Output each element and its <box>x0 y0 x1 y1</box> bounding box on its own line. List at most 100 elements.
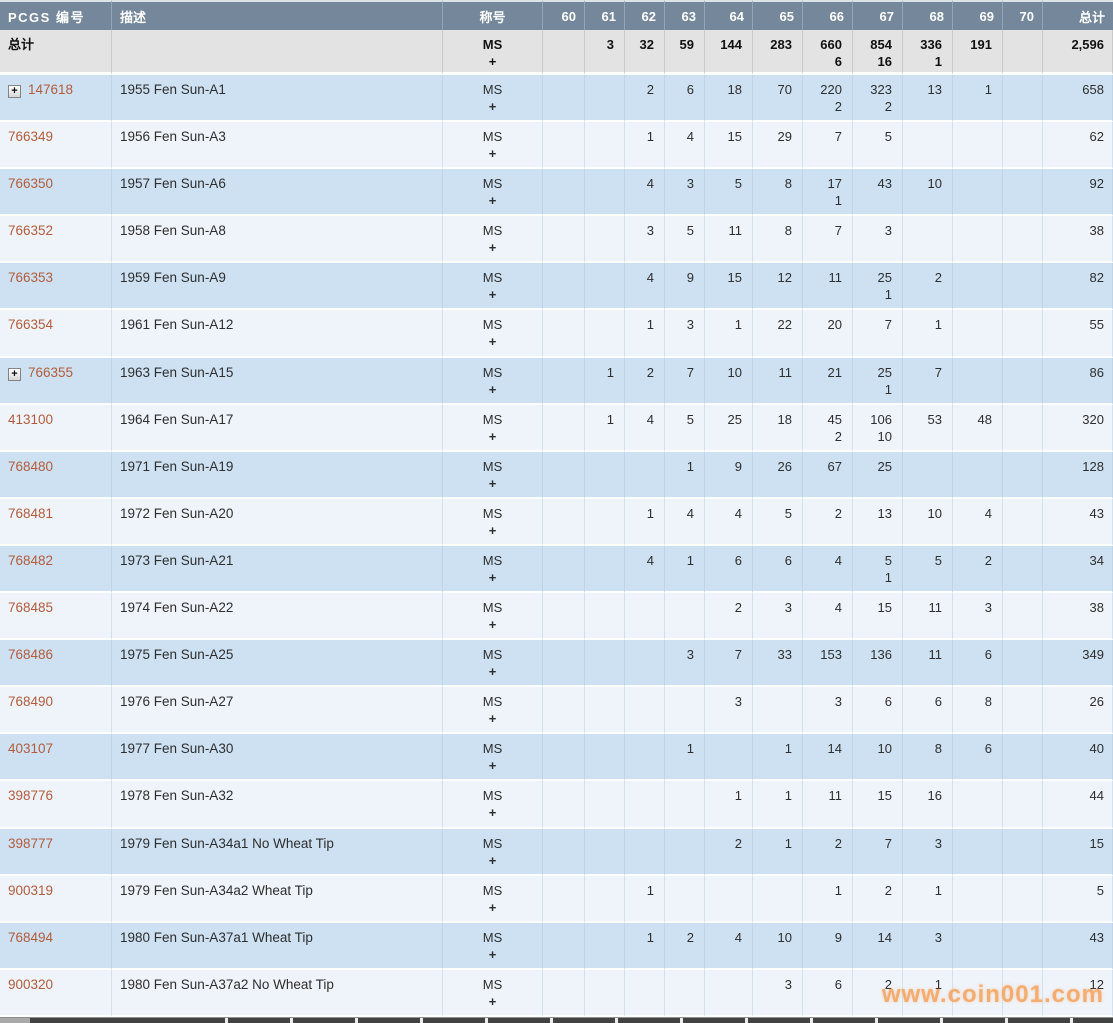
grade-66-count: 153 <box>803 640 853 687</box>
grade-64-count: 9 <box>705 452 753 499</box>
pcgs-number-link[interactable]: 768482 <box>8 553 53 568</box>
grade-count: 4 <box>633 175 654 192</box>
pcgs-number-link[interactable]: 768485 <box>8 600 53 615</box>
grade-70-count <box>1003 169 1043 216</box>
grade-70-count <box>1003 310 1043 357</box>
row-total: 349 <box>1043 640 1113 687</box>
designation-cell: MS+ <box>443 358 543 405</box>
grade-count: 5 <box>861 128 892 145</box>
pcgs-number-link[interactable]: 768480 <box>8 459 53 474</box>
grade-count: 20 <box>811 316 842 333</box>
table-row: 4031071977 Fen Sun-A30MS+1114108640 <box>0 734 1113 781</box>
grade-count: 1 <box>911 316 942 333</box>
designation-cell: MS+ <box>443 75 543 122</box>
pcgs-number-cell: 413100 <box>0 405 112 452</box>
plus-grade-count: 1 <box>861 286 892 303</box>
coin-description: 1975 Fen Sun-A25 <box>112 640 443 687</box>
grade-count: 2 <box>713 835 742 852</box>
designation-ms: MS <box>451 693 534 710</box>
grade-62-count: 1 <box>625 499 665 546</box>
grade-60-count <box>543 122 585 169</box>
expand-icon[interactable]: + <box>8 368 21 381</box>
pcgs-number-link[interactable]: 768481 <box>8 506 53 521</box>
grade-count: 1 <box>811 882 842 899</box>
grade-68-count: 8 <box>903 734 953 781</box>
grade-64-count: 4 <box>705 923 753 970</box>
coin-description: 1980 Fen Sun-A37a1 Wheat Tip <box>112 923 443 970</box>
grade-60-count <box>543 734 585 781</box>
grade-count: 1 <box>961 81 992 98</box>
grade-63-count: 7 <box>665 358 705 405</box>
pcgs-number-link[interactable]: 398777 <box>8 836 53 851</box>
table-row: 4131001964 Fen Sun-A17MS+145251845210610… <box>0 405 1113 452</box>
grade-60-count <box>543 358 585 405</box>
grade-67-count: 85416 <box>853 30 903 75</box>
grade-count: 144 <box>713 36 742 53</box>
pcgs-number-link[interactable]: 900319 <box>8 883 53 898</box>
grade-66-count: 14 <box>803 734 853 781</box>
designation-ms: MS <box>451 128 534 145</box>
pcgs-number-link[interactable]: 403107 <box>8 741 53 756</box>
grade-68-count <box>903 122 953 169</box>
column-header-grade-64: 64 <box>705 0 753 30</box>
total-row-description <box>112 30 443 75</box>
designation-plus: + <box>451 53 534 70</box>
row-total: 26 <box>1043 687 1113 734</box>
grade-68-count: 11 <box>903 593 953 640</box>
grade-count: 25 <box>713 411 742 428</box>
grade-67-count: 14 <box>853 923 903 970</box>
pcgs-number-link[interactable]: 768486 <box>8 647 53 662</box>
grade-68-count <box>903 216 953 263</box>
coin-description: 1978 Fen Sun-A32 <box>112 781 443 828</box>
grade-count: 11 <box>811 787 842 804</box>
pcgs-number-link[interactable]: 766355 <box>28 365 73 380</box>
pcgs-number-link[interactable]: 766354 <box>8 317 53 332</box>
pcgs-number-cell: 768494 <box>0 923 112 970</box>
grade-66-count: 67 <box>803 452 853 499</box>
pcgs-number-link[interactable]: 766349 <box>8 129 53 144</box>
pcgs-number-link[interactable]: 766353 <box>8 270 53 285</box>
grade-69-count: 4 <box>953 499 1003 546</box>
pcgs-number-link[interactable]: 398776 <box>8 788 53 803</box>
grade-61-count <box>585 970 625 1017</box>
table-row: +7663551963 Fen Sun-A15MS+12710112125178… <box>0 358 1113 405</box>
pcgs-number-link[interactable]: 768494 <box>8 930 53 945</box>
grade-64-count: 1 <box>705 781 753 828</box>
grade-count: 2 <box>713 599 742 616</box>
grade-63-count: 3 <box>665 310 705 357</box>
grade-69-count <box>953 452 1003 499</box>
grade-62-count: 3 <box>625 216 665 263</box>
grade-66-count: 7 <box>803 216 853 263</box>
column-header-total: 总计 <box>1043 0 1113 30</box>
designation-plus: + <box>451 804 534 821</box>
pcgs-number-cell: 768486 <box>0 640 112 687</box>
row-total: 86 <box>1043 358 1113 405</box>
table-row: +1476181955 Fen Sun-A1MS+261870220232321… <box>0 75 1113 122</box>
grade-count: 3 <box>961 599 992 616</box>
grade-70-count <box>1003 734 1043 781</box>
pcgs-number-link[interactable]: 768490 <box>8 694 53 709</box>
pcgs-number-cell: 766353 <box>0 263 112 310</box>
coin-description: 1971 Fen Sun-A19 <box>112 452 443 499</box>
grade-64-count: 7 <box>705 640 753 687</box>
grade-count: 2 <box>961 552 992 569</box>
designation-cell: MS+ <box>443 122 543 169</box>
grade-count: 5 <box>911 552 942 569</box>
pcgs-number-link[interactable]: 413100 <box>8 412 53 427</box>
designation-cell: MS+ <box>443 923 543 970</box>
column-header-grade-62: 62 <box>625 0 665 30</box>
pcgs-number-link[interactable]: 766352 <box>8 223 53 238</box>
grade-count: 14 <box>811 740 842 757</box>
pcgs-number-link[interactable]: 766350 <box>8 176 53 191</box>
grade-69-count <box>953 970 1003 1017</box>
column-header-designation: 称号 <box>443 0 543 30</box>
expand-icon[interactable]: + <box>8 85 21 98</box>
grade-63-count: 5 <box>665 405 705 452</box>
pcgs-number-link[interactable]: 147618 <box>28 82 73 97</box>
grade-70-count <box>1003 876 1043 923</box>
designation-ms: MS <box>451 505 534 522</box>
grade-70-count <box>1003 30 1043 75</box>
next-table-top-edge <box>0 1017 1113 1023</box>
grade-60-count <box>543 499 585 546</box>
pcgs-number-link[interactable]: 900320 <box>8 977 53 992</box>
